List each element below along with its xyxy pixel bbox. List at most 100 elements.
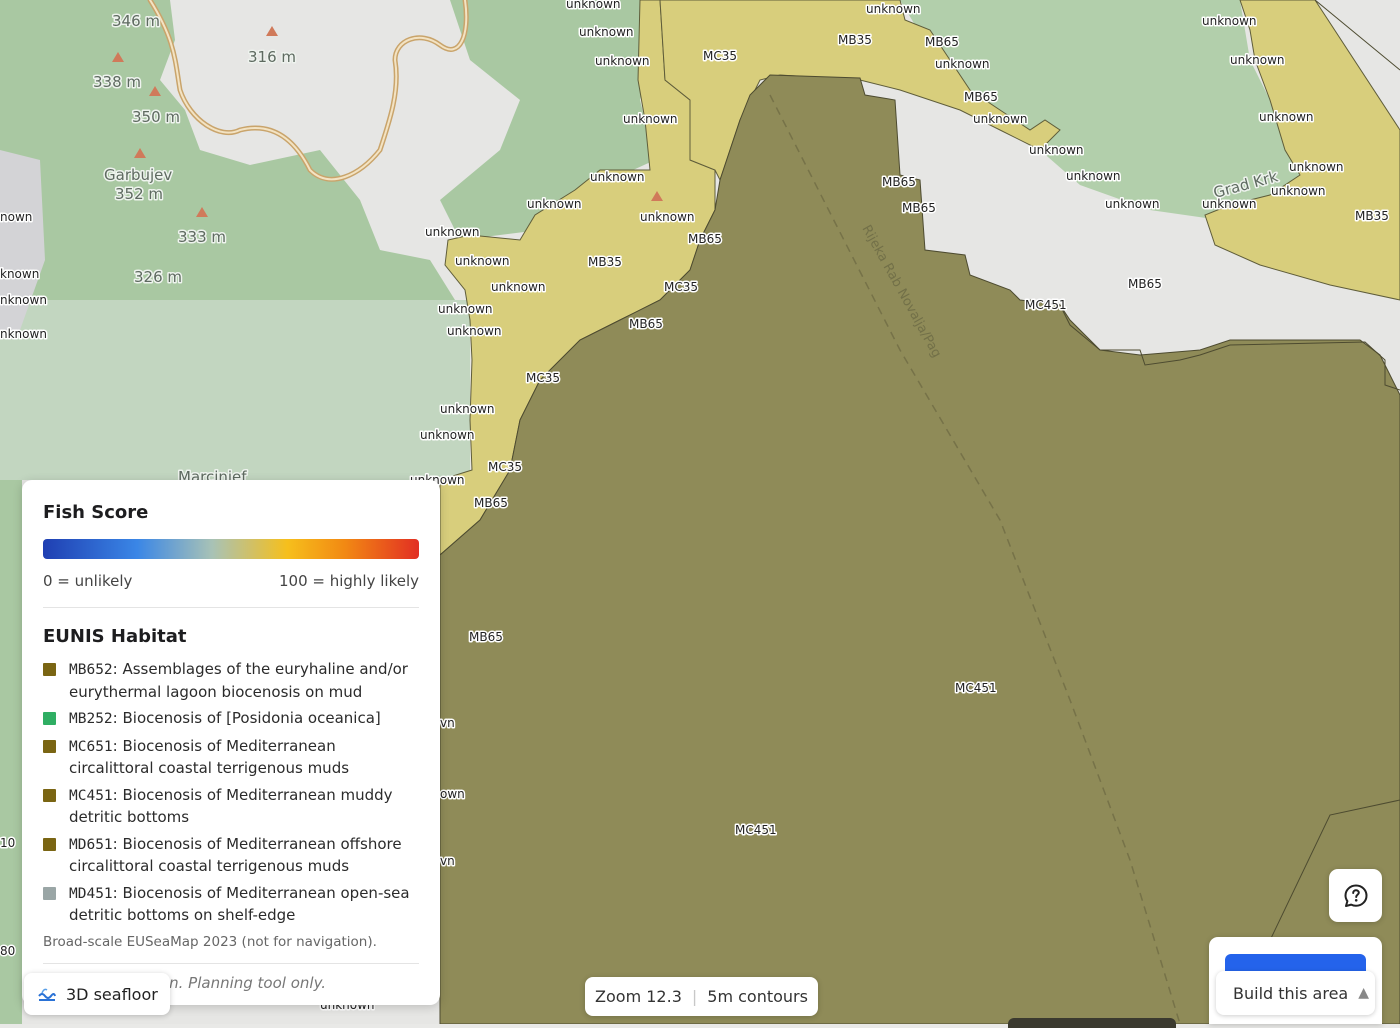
habitat-label: MB65 bbox=[688, 232, 722, 246]
map-label-clipped: nknown bbox=[0, 327, 47, 341]
habitat-label-unknown: unknown bbox=[438, 302, 493, 316]
elevation-label: 346 m bbox=[112, 12, 160, 30]
wave-icon bbox=[38, 988, 56, 1001]
habitat-legend-item: MB252: Biocenosis of [Posidonia oceanica… bbox=[43, 708, 419, 731]
habitat-label: MB65 bbox=[925, 35, 959, 49]
habitat-label: MC35 bbox=[488, 460, 522, 474]
seafloor-3d-label: 3D seafloor bbox=[66, 984, 158, 1004]
feedback-button[interactable] bbox=[1329, 869, 1382, 922]
map-label-clipped: nknown bbox=[0, 293, 47, 307]
habitat-label-unknown: unknown bbox=[440, 402, 495, 416]
fish-score-title: Fish Score bbox=[43, 502, 149, 523]
chat-question-icon bbox=[1344, 884, 1367, 907]
map-label-clipped: 10 bbox=[0, 836, 15, 850]
habitat-label: MC451 bbox=[955, 681, 997, 695]
zoom-status: Zoom 12.3 | 5m contours bbox=[585, 977, 818, 1016]
habitat-code: MD651 bbox=[69, 836, 113, 853]
habitat-desc-text: Biocenosis of Mediterranean offshore cir… bbox=[69, 834, 402, 876]
seafloor-3d-button[interactable]: 3D seafloor bbox=[24, 973, 170, 1015]
habitat-description: MB252: Biocenosis of [Posidonia oceanica… bbox=[69, 709, 381, 727]
habitat-swatch bbox=[43, 886, 56, 900]
habitat-label: MC451 bbox=[1025, 298, 1067, 312]
zoom-level: Zoom 12.3 bbox=[595, 987, 682, 1006]
habitat-label-unknown: unknown bbox=[590, 170, 645, 184]
habitat-code: MB652 bbox=[69, 662, 113, 678]
map-label-clipped: 80 bbox=[0, 944, 15, 958]
habitat-description: MC451: Biocenosis of Mediterranean muddy… bbox=[69, 785, 393, 827]
habitat-label-unknown: unknown bbox=[579, 25, 634, 39]
habitat-label: MC35 bbox=[703, 49, 737, 63]
legend-divider bbox=[43, 607, 419, 608]
habitat-label: MB65 bbox=[902, 201, 936, 215]
habitat-label: MB35 bbox=[588, 255, 622, 269]
fish-score-scale: 0 = unlikely 100 = highly likely bbox=[43, 572, 419, 590]
habitat-label: MC35 bbox=[664, 280, 698, 294]
habitat-swatch bbox=[43, 788, 56, 802]
habitat-label-unknown: unknown bbox=[447, 324, 502, 338]
habitat-desc-text: Biocenosis of [Posidonia oceanica] bbox=[122, 709, 381, 727]
data-source-note: Broad-scale EUSeaMap 2023 (not for navig… bbox=[43, 934, 377, 950]
elevation-label: 352 m bbox=[115, 185, 163, 203]
map-label-clipped: own bbox=[440, 787, 465, 801]
habitat-label-unknown: unknown bbox=[1271, 184, 1326, 198]
habitat-label: MB35 bbox=[838, 33, 872, 47]
map-label-clipped: nown bbox=[0, 210, 32, 224]
habitat-desc-text: Biocenosis of Mediterranean muddy detrit… bbox=[69, 785, 393, 827]
habitat-label-unknown: unknown bbox=[595, 54, 650, 68]
habitat-legend-item: MB652: Assemblages of the euryhaline and… bbox=[43, 659, 419, 703]
habitat-swatch bbox=[43, 739, 56, 753]
habitat-legend-item: MC651: Biocenosis of Mediterranean circa… bbox=[43, 736, 419, 780]
habitat-label-unknown: unknown bbox=[1289, 160, 1344, 174]
habitat-description: MD651: Biocenosis of Mediterranean offsh… bbox=[69, 834, 402, 876]
habitat-label-unknown: unknown bbox=[935, 57, 990, 71]
habitat-label: MB65 bbox=[882, 175, 916, 189]
habitat-label-unknown: unknown bbox=[640, 210, 695, 224]
map-label-clipped: vn bbox=[440, 716, 455, 730]
place-label: Garbujev bbox=[104, 166, 172, 184]
habitat-label: MB65 bbox=[469, 630, 503, 644]
habitat-label-unknown: unknown bbox=[1202, 197, 1257, 211]
habitat-label-unknown: unknown bbox=[866, 2, 921, 16]
zoom-separator: | bbox=[691, 987, 698, 1006]
habitat-label-unknown: unknown bbox=[1202, 14, 1257, 28]
legend-divider bbox=[43, 963, 419, 964]
habitat-label-unknown: unknown bbox=[420, 428, 475, 442]
map-label-clipped: known bbox=[0, 267, 39, 281]
build-area-label: Build this area bbox=[1233, 983, 1349, 1003]
habitat-legend-item: MC451: Biocenosis of Mediterranean muddy… bbox=[43, 785, 419, 829]
habitat-description: MC651: Biocenosis of Mediterranean circa… bbox=[69, 736, 350, 778]
habitat-list[interactable]: MB652: Assemblages of the euryhaline and… bbox=[43, 659, 419, 924]
habitat-code: MB252 bbox=[69, 711, 113, 727]
habitat-label-unknown: unknown bbox=[1105, 197, 1160, 211]
habitat-swatch bbox=[43, 837, 56, 851]
habitat-code: MC651 bbox=[69, 738, 113, 755]
bottom-panel-edge bbox=[1008, 1018, 1176, 1028]
habitat-label-unknown: unknown bbox=[566, 0, 621, 11]
build-area-button[interactable]: Build this area ▲ bbox=[1216, 971, 1375, 1015]
habitat-label-unknown: unknown bbox=[527, 197, 582, 211]
habitat-code: MD451 bbox=[69, 885, 113, 902]
habitat-legend-item: MD451: Biocenosis of Mediterranean open-… bbox=[43, 883, 419, 924]
chevron-up-icon: ▲ bbox=[1358, 985, 1369, 1001]
habitat-label-unknown: unknown bbox=[1029, 143, 1084, 157]
build-panel: Build this area ▲ bbox=[1209, 937, 1382, 1024]
habitat-label: MB65 bbox=[964, 90, 998, 104]
map-label-clipped: vn bbox=[440, 854, 455, 868]
legend-panel: Fish Score 0 = unlikely 100 = highly lik… bbox=[22, 480, 440, 1005]
habitat-label-unknown: unknown bbox=[1230, 53, 1285, 67]
habitat-label-unknown: unknown bbox=[455, 254, 510, 268]
habitat-swatch bbox=[43, 712, 56, 725]
forest-area-south bbox=[0, 480, 22, 1024]
eunis-habitat-title: EUNIS Habitat bbox=[43, 626, 187, 647]
contours-info: 5m contours bbox=[707, 987, 808, 1006]
elevation-label: 326 m bbox=[134, 268, 182, 286]
habitat-desc-text: Assemblages of the euryhaline and/or eur… bbox=[69, 660, 408, 701]
habitat-label: MB65 bbox=[629, 317, 663, 331]
elevation-label: 350 m bbox=[132, 108, 180, 126]
habitat-label: MB65 bbox=[1128, 277, 1162, 291]
habitat-label: MC35 bbox=[526, 371, 560, 385]
habitat-label-unknown: unknown bbox=[1066, 169, 1121, 183]
forest-area-lowland bbox=[0, 300, 470, 480]
habitat-label-unknown: unknown bbox=[425, 225, 480, 239]
habitat-label-unknown: unknown bbox=[623, 112, 678, 126]
